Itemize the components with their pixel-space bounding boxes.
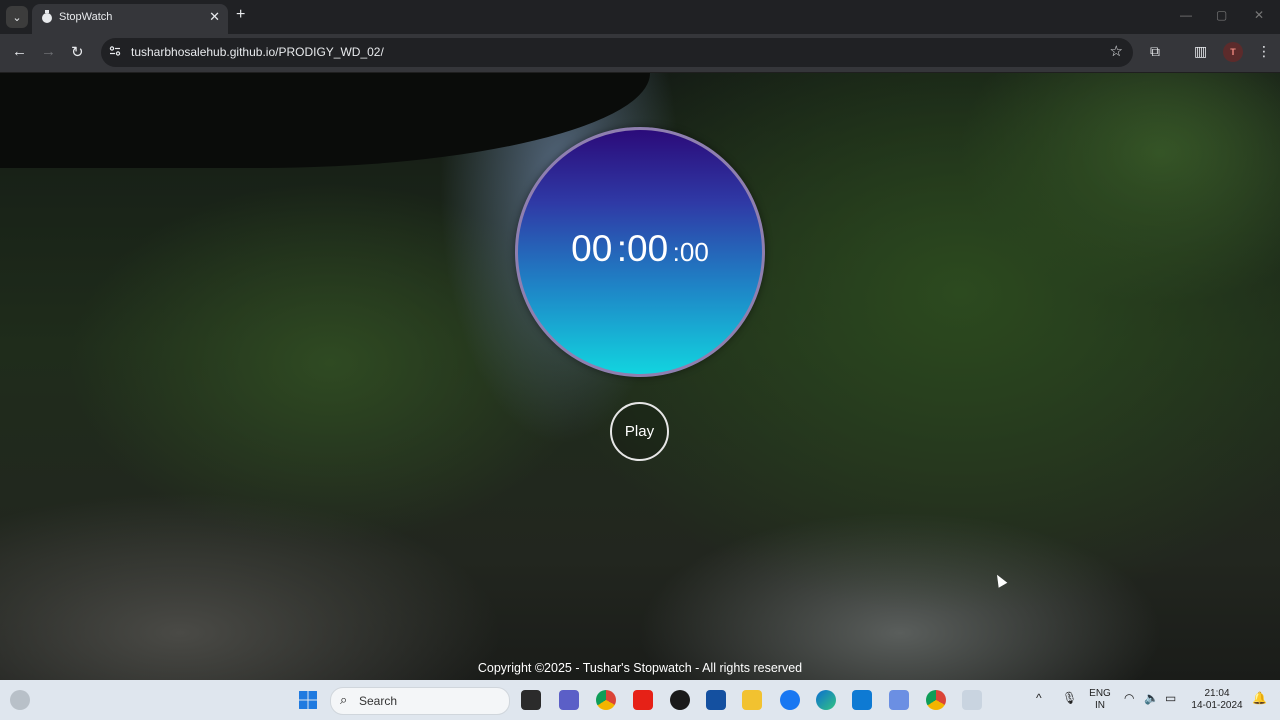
notification-bell-icon[interactable]: 🔔 bbox=[1252, 692, 1267, 704]
dell-icon[interactable] bbox=[670, 690, 690, 710]
microphone-icon[interactable]: 🎙 bbox=[1062, 692, 1077, 704]
clock[interactable]: 21:04 14-01-2024 bbox=[1186, 688, 1248, 712]
back-icon[interactable]: ← bbox=[12, 43, 27, 60]
mouse-cursor-icon bbox=[992, 572, 1008, 588]
menu-icon[interactable]: ⋮ bbox=[1257, 43, 1271, 60]
task-view-icon[interactable] bbox=[521, 690, 541, 710]
volume-icon[interactable]: 🔈 bbox=[1144, 692, 1159, 704]
facebook-icon[interactable] bbox=[780, 690, 800, 710]
chrome-profile-icon[interactable] bbox=[926, 690, 946, 710]
seconds-display: :00 bbox=[672, 237, 709, 267]
language-code: ENG bbox=[1089, 688, 1111, 699]
site-settings-icon[interactable] bbox=[109, 45, 121, 57]
widgets-icon[interactable] bbox=[10, 690, 30, 710]
tab-search-button[interactable]: ⌄ bbox=[6, 6, 28, 28]
wifi-icon[interactable]: ◠ bbox=[1124, 692, 1134, 704]
play-button[interactable]: Play bbox=[610, 402, 669, 461]
clock-date: 14-01-2024 bbox=[1191, 700, 1243, 711]
tab-stopwatch[interactable]: StopWatch ✕ bbox=[32, 4, 228, 34]
hours-display: 00 bbox=[571, 228, 613, 269]
snipping-tool-icon[interactable] bbox=[962, 690, 982, 710]
clock-time: 21:04 bbox=[1204, 688, 1230, 699]
time-readout: 00 :00 :00 bbox=[518, 228, 762, 270]
side-panel-icon[interactable]: ▥ bbox=[1194, 43, 1207, 60]
taskbar: ⌕ Search ^ 🎙 ENG IN ◠ 🔈 ▭ 21:04 14-01-20… bbox=[0, 680, 1280, 720]
teams-icon[interactable] bbox=[559, 690, 579, 710]
taskbar-search[interactable]: ⌕ Search bbox=[330, 687, 510, 715]
calculator-icon[interactable] bbox=[889, 690, 909, 710]
tab-close-icon[interactable]: ✕ bbox=[209, 9, 220, 25]
reload-icon[interactable]: ↻ bbox=[71, 43, 84, 61]
search-icon: ⌕ bbox=[340, 692, 348, 707]
address-bar[interactable]: tusharbhosalehub.github.io/PRODIGY_WD_02… bbox=[101, 38, 1133, 67]
battery-icon[interactable]: ▭ bbox=[1165, 692, 1176, 704]
tab-title: StopWatch bbox=[59, 11, 113, 23]
background-cave bbox=[0, 73, 650, 168]
tray-overflow-icon[interactable]: ^ bbox=[1036, 692, 1042, 704]
minutes-display: :00 bbox=[616, 228, 669, 269]
region-code: IN bbox=[1095, 700, 1105, 711]
new-tab-icon[interactable]: + bbox=[236, 6, 245, 24]
file-explorer-icon[interactable] bbox=[742, 690, 762, 710]
store-icon[interactable] bbox=[706, 690, 726, 710]
window-close-icon[interactable]: ✕ bbox=[1254, 8, 1264, 22]
search-label: Search bbox=[359, 694, 398, 708]
edge-icon[interactable] bbox=[816, 690, 836, 710]
chrome-icon[interactable] bbox=[596, 690, 616, 710]
minimize-icon[interactable]: — bbox=[1180, 8, 1192, 22]
footer-copyright: Copyright ©2025 - Tushar's Stopwatch - A… bbox=[477, 661, 803, 675]
forward-icon[interactable]: → bbox=[41, 43, 56, 60]
stopwatch-display: 00 :00 :00 bbox=[515, 127, 765, 377]
windows-start-icon[interactable] bbox=[298, 690, 318, 710]
language-indicator[interactable]: ENG IN bbox=[1088, 688, 1112, 712]
tab-favicon-icon bbox=[42, 10, 52, 23]
maximize-icon[interactable]: ▢ bbox=[1216, 8, 1227, 22]
tab-strip: ⌄ StopWatch ✕ + — ▢ ✕ bbox=[0, 0, 1280, 34]
browser-toolbar: ← → ↻ tusharbhosalehub.github.io/PRODIGY… bbox=[0, 34, 1280, 73]
bookmark-star-icon[interactable]: ☆ bbox=[1110, 42, 1123, 60]
youtube-icon[interactable] bbox=[633, 690, 653, 710]
profile-avatar[interactable]: T bbox=[1223, 42, 1243, 62]
page-viewport: 00 :00 :00 Play Copyright ©2025 - Tushar… bbox=[0, 73, 1280, 680]
extensions-icon[interactable]: ⧉ bbox=[1150, 43, 1160, 60]
vscode-icon[interactable] bbox=[852, 690, 872, 710]
url-text: tusharbhosalehub.github.io/PRODIGY_WD_02… bbox=[131, 45, 384, 59]
